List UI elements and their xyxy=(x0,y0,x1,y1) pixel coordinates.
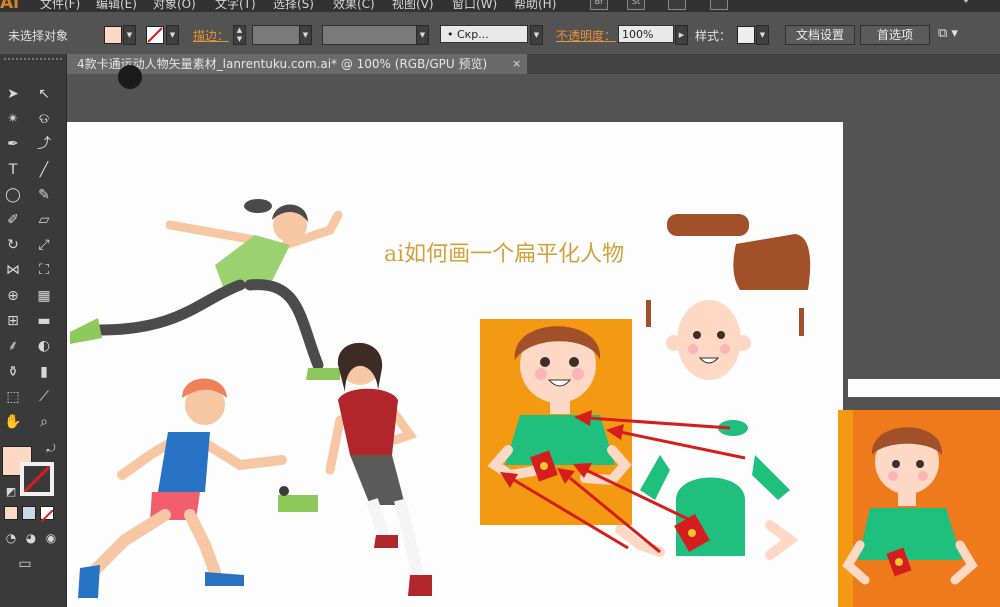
running-man-blue-illustration[interactable] xyxy=(78,378,287,599)
bald-head-part[interactable] xyxy=(666,300,751,380)
sideburn-left[interactable] xyxy=(646,300,651,327)
hair-piece-side[interactable] xyxy=(733,234,811,290)
artwork-layer xyxy=(70,199,978,607)
running-woman-illustration[interactable] xyxy=(70,199,343,380)
green-shoe-illustration[interactable] xyxy=(278,486,318,512)
side-boy-character[interactable] xyxy=(838,410,978,607)
sideburn-right[interactable] xyxy=(799,308,804,336)
artwork-title[interactable]: ai如何画一个扁平化人物 xyxy=(384,236,624,268)
shirt-part[interactable] xyxy=(615,420,799,560)
hair-piece-top[interactable] xyxy=(667,214,749,236)
girl-red-shirt-illustration[interactable] xyxy=(325,342,432,596)
